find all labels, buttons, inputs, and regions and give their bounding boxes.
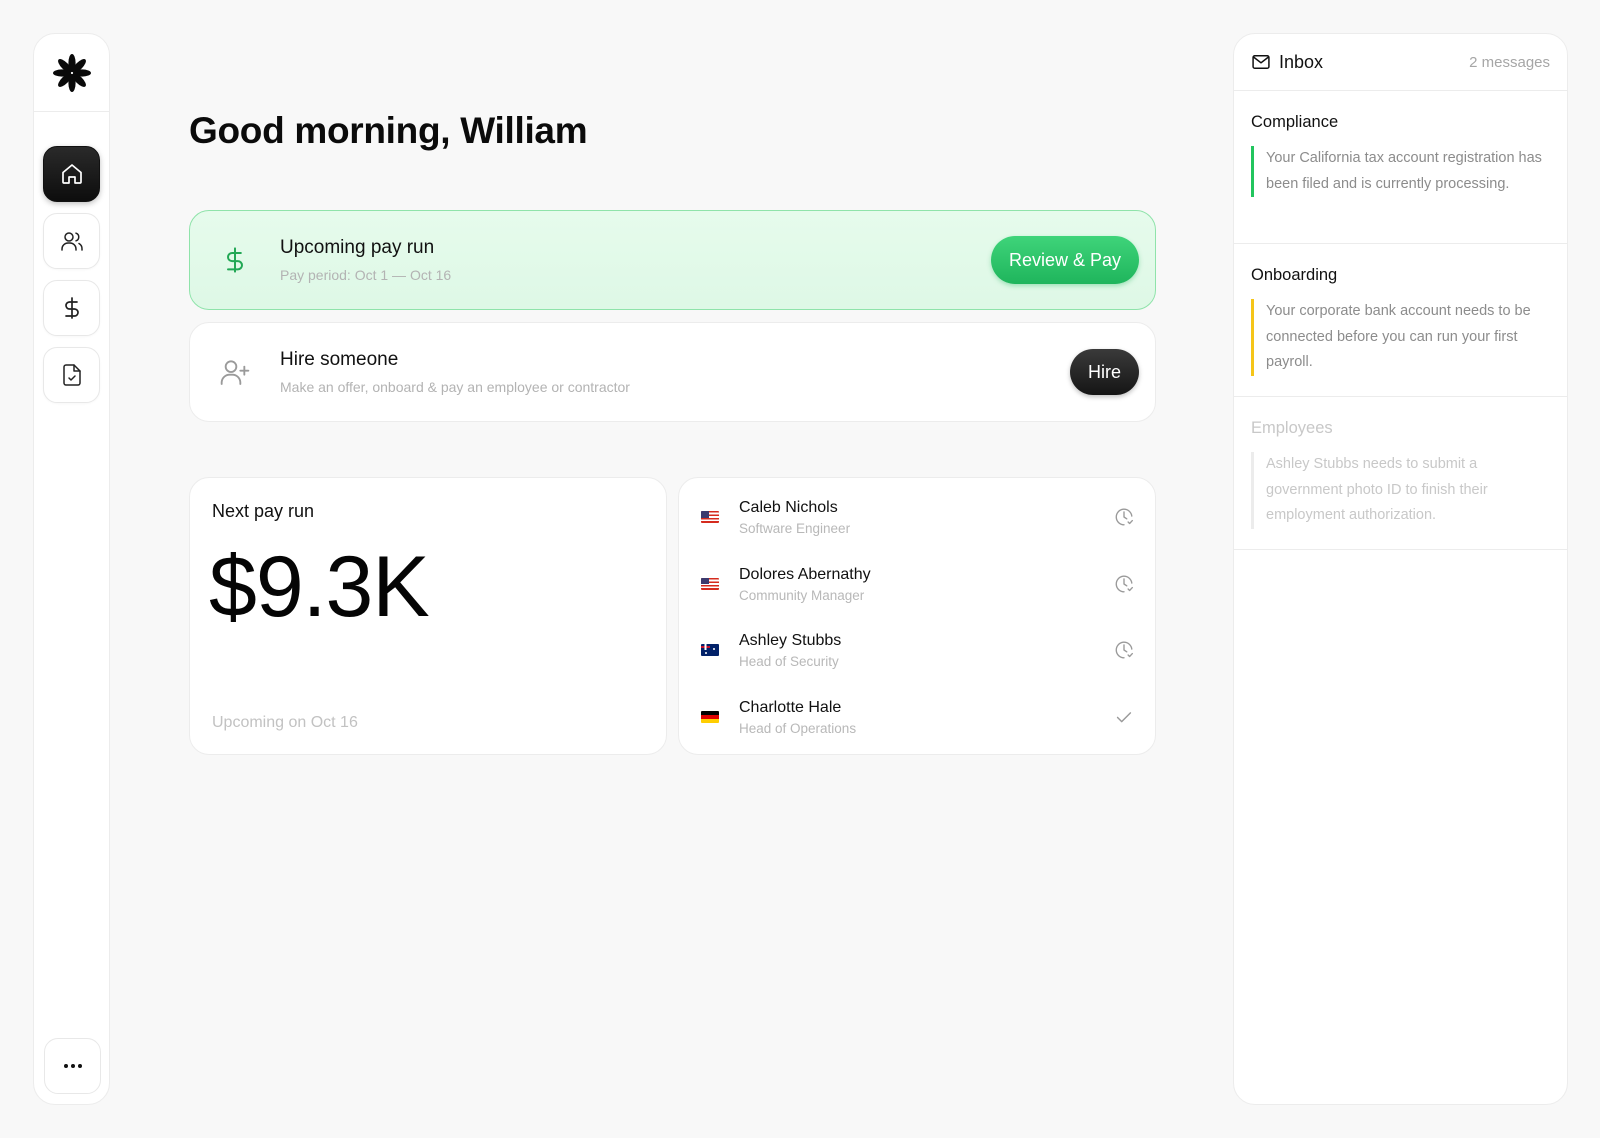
- page-title: Good morning, William: [189, 110, 588, 151]
- message-category: Onboarding: [1251, 266, 1338, 284]
- mail-icon: [1252, 55, 1270, 69]
- flag-us-icon: [701, 577, 719, 590]
- sidebar-item-people[interactable]: [43, 213, 100, 269]
- employee-row[interactable]: Dolores Abernathy Community Manager: [679, 565, 1155, 632]
- hire-button[interactable]: Hire: [1069, 349, 1139, 395]
- employee-info: Caleb Nichols Software Engineer: [739, 498, 1113, 536]
- clock-pending-icon: [1115, 641, 1134, 659]
- upcoming-pay-run-card: Upcoming pay run Pay period: Oct 1 — Oct…: [189, 210, 1156, 310]
- employee-row[interactable]: Charlotte Hale Head of Operations: [679, 698, 1155, 765]
- employee-name: Caleb Nichols: [739, 499, 838, 516]
- inbox-count: 2 messages: [1469, 53, 1550, 71]
- employee-name: Ashley Stubbs: [739, 632, 842, 649]
- next-pay-run-label: Next pay run: [212, 501, 315, 521]
- more-button[interactable]: [44, 1038, 101, 1094]
- hire-subtitle: Make an offer, onboard & pay an employee…: [280, 379, 630, 395]
- employee-status[interactable]: [1113, 706, 1135, 733]
- sidebar-nav: [34, 112, 109, 403]
- hire-someone-card: Hire someone Make an offer, onboard & pa…: [189, 322, 1156, 422]
- employee-name: Charlotte Hale: [739, 698, 842, 716]
- file-check-icon: [62, 364, 81, 386]
- employee-status[interactable]: [1113, 639, 1135, 666]
- inbox-message-compliance[interactable]: Compliance Your California tax account r…: [1234, 91, 1567, 244]
- employee-role: Head of Security: [739, 654, 839, 669]
- employee-role: Head of Operations: [739, 720, 857, 736]
- employee-info: Dolores Abernathy Community Manager: [739, 565, 1113, 603]
- message-category: Employees: [1251, 419, 1333, 437]
- employee-status[interactable]: [1113, 573, 1135, 600]
- hire-icon-wrap: [190, 356, 280, 388]
- clock-pending-icon: [1115, 508, 1134, 526]
- employee-role: Software Engineer: [739, 521, 851, 536]
- review-and-pay-button[interactable]: Review & Pay: [990, 236, 1139, 284]
- next-pay-run-date: Upcoming on Oct 16: [212, 714, 358, 731]
- inbox-message-onboarding[interactable]: Onboarding Your corporate bank account n…: [1234, 244, 1567, 397]
- more-horizontal-icon: [63, 1064, 82, 1068]
- message-category: Compliance: [1251, 113, 1339, 131]
- hire-title: Hire someone: [280, 349, 399, 370]
- dollar-icon: [64, 297, 79, 319]
- employee-role: Community Manager: [739, 587, 865, 603]
- inbox-title: Inbox: [1279, 51, 1324, 72]
- inbox-header: Inbox 2 messages: [1234, 34, 1567, 91]
- dollar-icon: [227, 247, 243, 273]
- next-pay-run-card[interactable]: Next pay run $9.3K Upcoming on Oct 16: [189, 477, 667, 755]
- clock-pending-icon: [1115, 575, 1134, 592]
- employees-card: Caleb Nichols Software Engineer Dolores Ab…: [678, 477, 1156, 755]
- pay-run-period: Pay period: Oct 1 — Oct 16: [280, 267, 452, 283]
- inbox-panel: Inbox 2 messages Compliance Your Califor…: [1233, 33, 1568, 1105]
- user-plus-icon: [220, 360, 250, 385]
- logo[interactable]: [34, 34, 109, 112]
- sidebar-item-payments[interactable]: [43, 280, 100, 336]
- flag-de-icon: [701, 710, 719, 723]
- users-icon: [60, 232, 83, 251]
- message-body: Your California tax account registration…: [1251, 146, 1550, 197]
- asterisk-logo-icon: [52, 53, 91, 92]
- inbox-message-employees[interactable]: Employees Ashley Stubbs needs to submit …: [1234, 397, 1567, 550]
- employee-row[interactable]: Caleb Nichols Software Engineer: [679, 498, 1155, 565]
- sidebar-item-home[interactable]: [43, 146, 100, 202]
- sidebar-item-documents[interactable]: [43, 347, 100, 403]
- employee-name: Dolores Abernathy: [739, 565, 871, 583]
- hire-text: Hire someone Make an offer, onboard & pa…: [280, 349, 1070, 395]
- pay-run-icon-wrap: [190, 246, 280, 274]
- employee-status[interactable]: [1113, 506, 1135, 533]
- employee-info: Ashley Stubbs Head of Security: [739, 631, 1113, 669]
- sidebar: [33, 33, 110, 1105]
- employee-info: Charlotte Hale Head of Operations: [739, 698, 1113, 736]
- next-pay-run-amount: $9.3K: [209, 539, 430, 635]
- flag-au-icon: [701, 644, 719, 656]
- check-icon: [1116, 711, 1132, 722]
- pay-run-title: Upcoming pay run: [280, 237, 435, 258]
- home-icon: [61, 164, 82, 184]
- pay-run-text: Upcoming pay run Pay period: Oct 1 — Oct…: [280, 237, 991, 283]
- message-body: Ashley Stubbs needs to submit a governme…: [1251, 452, 1550, 529]
- flag-us-icon: [701, 511, 719, 523]
- employee-row[interactable]: Ashley Stubbs Head of Security: [679, 631, 1155, 698]
- message-body: Your corporate bank account needs to be …: [1251, 299, 1550, 376]
